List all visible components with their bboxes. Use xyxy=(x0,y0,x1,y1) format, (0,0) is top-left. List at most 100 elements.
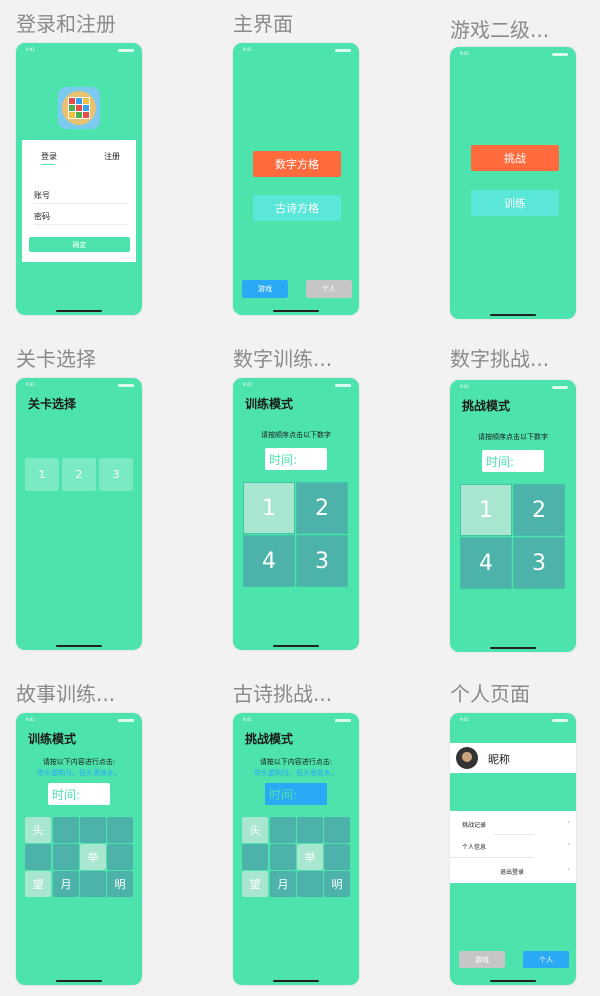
number-tile[interactable]: 2 xyxy=(513,484,565,536)
number-tile[interactable]: 1 xyxy=(460,484,512,536)
char-tile[interactable] xyxy=(297,817,323,843)
home-indicator xyxy=(56,645,102,647)
cell-main: 主界面 9:41 数字方格 古诗方格 游戏 个人 xyxy=(217,0,417,332)
page-title: 挑战模式 xyxy=(245,732,294,746)
char-tile[interactable]: 望 xyxy=(25,871,51,897)
char-tile[interactable]: 明 xyxy=(107,871,133,897)
phone-game-level2: 9:41 挑战 训练 xyxy=(450,47,576,319)
nav-game-button[interactable]: 游戏 xyxy=(459,951,505,968)
char-tile[interactable] xyxy=(80,817,106,843)
caption-game-level2: 游戏二级... xyxy=(450,18,550,42)
confirm-button[interactable]: 确定 xyxy=(29,237,130,252)
home-indicator xyxy=(56,980,102,982)
char-tile[interactable] xyxy=(107,844,133,870)
char-tile[interactable] xyxy=(53,817,79,843)
tab-register[interactable]: 注册 xyxy=(104,151,120,162)
menu-challenge-record[interactable]: 挑战记录 xyxy=(462,820,486,829)
phone-level-select: 9:41 关卡选择 1 2 3 xyxy=(16,378,142,650)
cell-number-challenge: 数字挑战... 9:41 挑战模式 请按顺序点击以下数字 时间: 1 2 4 3 xyxy=(434,335,600,667)
password-field[interactable]: 密码 xyxy=(34,211,128,225)
caption-login: 登录和注册 xyxy=(16,12,116,36)
poem-text: 举头望明月。低头思故乡。 xyxy=(37,769,121,777)
char-tile[interactable] xyxy=(324,817,350,843)
cell-personal: 个人页面 9:41 昵称 挑战记录 › 个人信息 › 退出登录 › 游戏 个人 xyxy=(434,670,600,996)
char-tile[interactable]: 头 xyxy=(25,817,51,843)
char-tile[interactable]: 举 xyxy=(297,844,323,870)
char-tile[interactable]: 头 xyxy=(242,817,268,843)
status-bar: 9:41 xyxy=(16,47,142,55)
poem-text: 举头望明月。低头思故乡。 xyxy=(254,769,338,777)
battery-icon xyxy=(552,53,568,56)
battery-icon xyxy=(552,719,568,722)
tab-indicator xyxy=(41,164,55,165)
char-tile[interactable] xyxy=(324,844,350,870)
battery-icon xyxy=(118,384,134,387)
number-tile[interactable]: 3 xyxy=(296,535,348,587)
cell-login: 登录和注册 9:41 登录 注册 账号 密码 确定 xyxy=(0,0,200,332)
avatar[interactable] xyxy=(456,747,478,769)
page-title: 训练模式 xyxy=(28,732,77,746)
number-tile[interactable]: 1 xyxy=(243,482,295,534)
nav-personal-button[interactable]: 个人 xyxy=(306,280,352,298)
phone-personal: 9:41 昵称 挑战记录 › 个人信息 › 退出登录 › 游戏 个人 xyxy=(450,713,576,985)
caption-main: 主界面 xyxy=(233,12,293,36)
number-tile[interactable]: 4 xyxy=(460,537,512,589)
status-bar: 9:41 xyxy=(16,717,142,725)
caption-number-challenge: 数字挑战... xyxy=(450,347,550,371)
number-tile[interactable]: 3 xyxy=(513,537,565,589)
status-bar: 9:41 xyxy=(450,384,576,392)
home-indicator xyxy=(56,310,102,312)
number-tile[interactable]: 2 xyxy=(296,482,348,534)
number-tile[interactable]: 4 xyxy=(243,535,295,587)
char-tile[interactable] xyxy=(107,817,133,843)
instruction-text: 请按以下内容进行点击: xyxy=(259,758,333,766)
battery-icon xyxy=(118,719,134,722)
number-grid-button[interactable]: 数字方格 xyxy=(253,151,341,177)
status-bar: 9:41 xyxy=(233,47,359,55)
tab-login[interactable]: 登录 xyxy=(41,151,57,162)
chevron-right-icon: › xyxy=(567,866,570,873)
char-tile[interactable] xyxy=(270,817,296,843)
level-3-button[interactable]: 3 xyxy=(99,458,133,491)
battery-icon xyxy=(552,386,568,389)
cell-game-level2: 游戏二级... 9:41 挑战 训练 xyxy=(434,0,600,332)
char-tile[interactable] xyxy=(25,844,51,870)
level-2-button[interactable]: 2 xyxy=(62,458,96,491)
char-tile[interactable] xyxy=(80,871,106,897)
home-indicator xyxy=(273,980,319,982)
menu-personal-info[interactable]: 个人信息 xyxy=(462,842,486,851)
page-title: 训练模式 xyxy=(245,397,294,411)
profile-header: 昵称 xyxy=(450,743,576,773)
char-tile[interactable]: 月 xyxy=(53,871,79,897)
char-tile[interactable] xyxy=(270,844,296,870)
status-bar: 9:41 xyxy=(450,717,576,725)
phone-number-training: 9:41 训练模式 请按顺序点击以下数字 时间: 1 2 4 3 xyxy=(233,378,359,650)
home-indicator xyxy=(273,310,319,312)
login-form: 登录 注册 账号 密码 确定 xyxy=(22,140,136,262)
char-tile[interactable]: 望 xyxy=(242,871,268,897)
char-tile[interactable] xyxy=(242,844,268,870)
battery-icon xyxy=(335,384,351,387)
nav-personal-button[interactable]: 个人 xyxy=(523,951,569,968)
char-tile[interactable]: 举 xyxy=(80,844,106,870)
menu-logout[interactable]: 退出登录 xyxy=(500,867,524,876)
training-button[interactable]: 训练 xyxy=(471,190,559,216)
home-indicator xyxy=(273,645,319,647)
challenge-button[interactable]: 挑战 xyxy=(471,145,559,171)
caption-story-training: 故事训练... xyxy=(16,682,116,706)
level-1-button[interactable]: 1 xyxy=(25,458,59,491)
cell-number-training: 数字训练... 9:41 训练模式 请按顺序点击以下数字 时间: 1 2 4 3 xyxy=(217,335,417,667)
char-tile[interactable]: 明 xyxy=(324,871,350,897)
account-field[interactable]: 账号 xyxy=(34,190,128,204)
char-tile[interactable]: 月 xyxy=(270,871,296,897)
nav-game-button[interactable]: 游戏 xyxy=(242,280,288,298)
phone-number-challenge: 9:41 挑战模式 请按顺序点击以下数字 时间: 1 2 4 3 xyxy=(450,380,576,652)
divider xyxy=(494,834,534,835)
instruction-text: 请按顺序点击以下数字 xyxy=(261,431,331,439)
char-tile[interactable] xyxy=(297,871,323,897)
chevron-right-icon: › xyxy=(567,819,570,826)
nickname: 昵称 xyxy=(488,753,510,766)
char-tile[interactable] xyxy=(53,844,79,870)
caption-poem-challenge: 古诗挑战... xyxy=(233,682,333,706)
poem-grid-button[interactable]: 古诗方格 xyxy=(253,195,341,221)
